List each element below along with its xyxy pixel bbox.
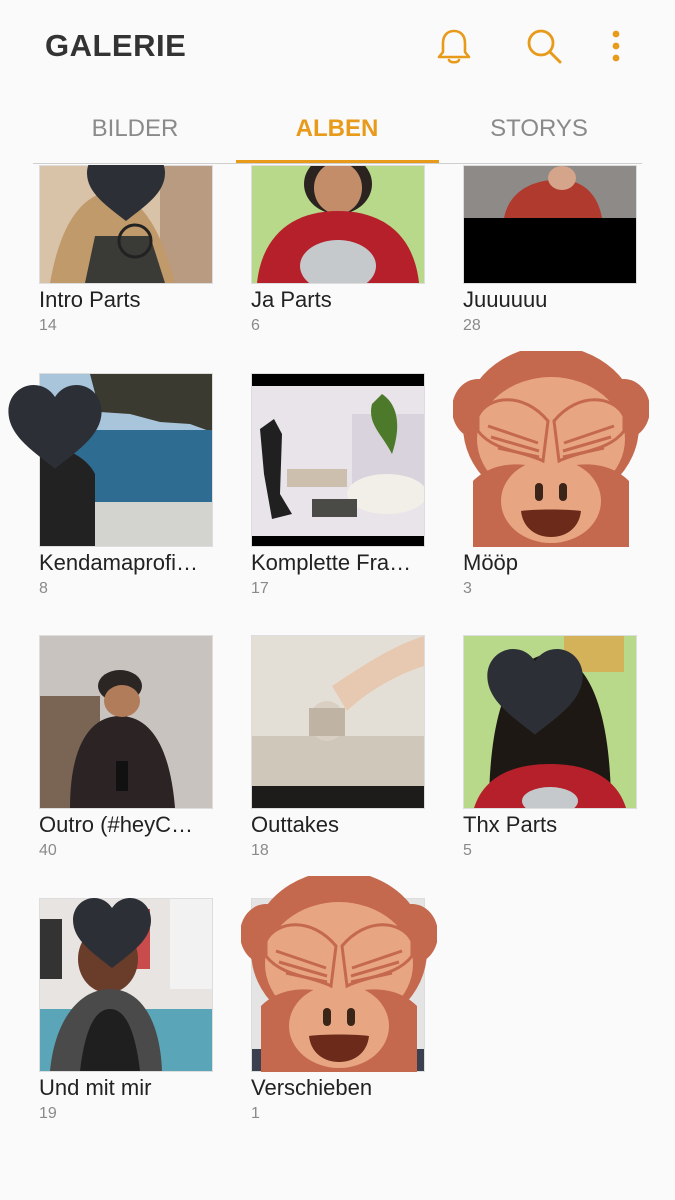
album-item[interactable]: Kendamaprofi… 8 xyxy=(8,373,214,608)
album-name: Outro (#heyC… xyxy=(39,812,194,837)
album-name: Intro Parts xyxy=(39,287,141,312)
album-count: 3 xyxy=(463,580,472,597)
album-name: Kendamaprofi… xyxy=(39,550,198,575)
album-name: Ja Parts xyxy=(251,287,332,312)
album-count: 40 xyxy=(39,842,57,859)
album-count: 28 xyxy=(463,317,481,334)
album-thumbnail xyxy=(251,165,425,284)
tab-alben[interactable]: ALBEN xyxy=(236,96,438,162)
album-name: Thx Parts xyxy=(463,812,558,837)
tab-bar: BILDER ALBEN STORYS xyxy=(0,96,675,166)
album-count: 18 xyxy=(251,842,269,859)
album-name: Juuuuuu xyxy=(463,287,548,312)
see-no-evil-monkey-sticker-icon xyxy=(241,876,437,1072)
album-item[interactable]: Intro Parts 14 xyxy=(39,165,214,345)
album-item[interactable]: Thx Parts 5 xyxy=(463,635,638,870)
heart-sticker-icon xyxy=(87,165,165,221)
album-count: 8 xyxy=(39,580,48,597)
search-button[interactable] xyxy=(522,24,566,68)
album-item[interactable]: Mööp 3 xyxy=(453,351,649,608)
album-count: 19 xyxy=(39,1105,57,1122)
album-thumbnail xyxy=(463,165,637,284)
album-item[interactable]: Verschieben 1 xyxy=(241,876,437,1133)
album-item[interactable]: Juuuuuu 28 xyxy=(463,165,638,345)
album-item[interactable]: Outtakes 18 xyxy=(251,635,426,870)
see-no-evil-monkey-sticker-icon xyxy=(453,351,649,547)
heart-sticker-icon xyxy=(8,385,102,469)
album-count: 6 xyxy=(251,317,260,334)
tab-storys[interactable]: STORYS xyxy=(438,96,640,162)
album-name: Outtakes xyxy=(251,812,340,837)
album-thumbnail xyxy=(251,373,425,547)
more-options-button[interactable] xyxy=(594,24,638,68)
album-name: Verschieben xyxy=(251,1075,373,1100)
heart-sticker-icon xyxy=(487,649,583,735)
album-item[interactable]: Und mit mir 19 xyxy=(39,898,214,1133)
album-count: 1 xyxy=(251,1105,260,1122)
app-bar: GALERIE xyxy=(0,0,675,92)
album-name: Mööp xyxy=(463,550,519,575)
album-count: 14 xyxy=(39,317,57,334)
tab-divider xyxy=(33,163,642,164)
heart-sticker-icon xyxy=(73,898,151,968)
album-count: 5 xyxy=(463,842,472,859)
album-thumbnail xyxy=(251,635,425,809)
album-item[interactable]: Komplette Fra… 17 xyxy=(251,373,426,608)
album-name: Komplette Fra… xyxy=(251,550,412,575)
album-thumbnail xyxy=(39,635,213,809)
album-grid: Intro Parts 14 Ja Parts 6 Juuuuuu 28 Ken… xyxy=(0,165,675,1200)
bell-icon xyxy=(437,29,471,64)
tab-bilder[interactable]: BILDER xyxy=(34,96,236,162)
album-item[interactable]: Ja Parts 6 xyxy=(251,165,426,345)
notifications-button[interactable] xyxy=(432,24,476,68)
search-icon xyxy=(527,29,562,64)
album-item[interactable]: Outro (#heyC… 40 xyxy=(39,635,214,870)
more-vertical-icon xyxy=(612,30,620,62)
album-name: Und mit mir xyxy=(39,1075,152,1100)
album-count: 17 xyxy=(251,580,269,597)
app-title: GALERIE xyxy=(45,28,187,63)
